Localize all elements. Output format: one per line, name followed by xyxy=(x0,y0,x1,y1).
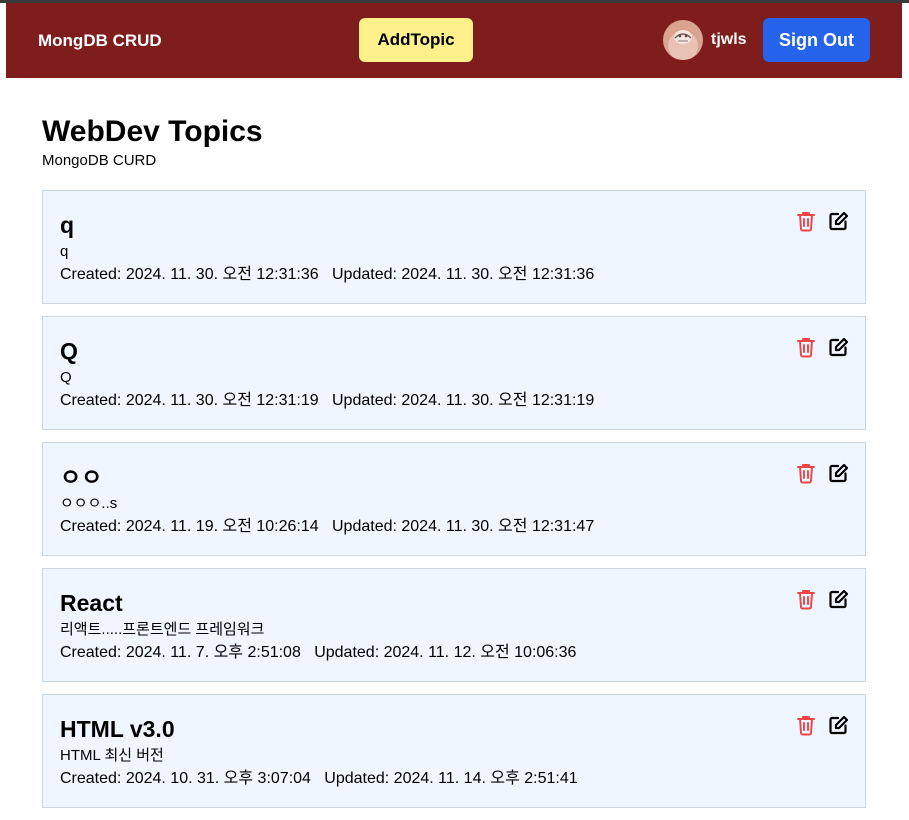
topic-card: ㅇㅇ ㅇㅇㅇ..s Created: 2024. 11. 19. 오전 10:2… xyxy=(42,442,866,556)
trash-icon xyxy=(797,590,815,610)
topic-title: q xyxy=(60,212,75,238)
topic-timestamps: Created: 2024. 11. 7. 오후 2:51:08 Updated… xyxy=(60,643,576,662)
edit-topic-button[interactable] xyxy=(826,713,850,737)
topic-updated: Updated: 2024. 11. 30. 오전 12:31:36 xyxy=(332,266,595,283)
delete-topic-button[interactable] xyxy=(794,587,818,611)
edit-icon xyxy=(828,211,848,230)
edit-topic-button[interactable] xyxy=(826,461,850,485)
avatar xyxy=(663,20,703,60)
edit-icon xyxy=(828,463,848,482)
topic-card: HTML v3.0 HTML 최신 버전 Created: 2024. 10. … xyxy=(42,694,866,808)
delete-topic-button[interactable] xyxy=(794,461,818,485)
trash-icon xyxy=(797,716,815,736)
topic-description: ㅇㅇㅇ..s xyxy=(60,495,118,512)
edit-topic-button[interactable] xyxy=(826,335,850,359)
trash-icon xyxy=(797,338,815,358)
edit-icon xyxy=(828,715,848,734)
topic-created: Created: 2024. 11. 7. 오후 2:51:08 xyxy=(60,644,301,661)
topic-created: Created: 2024. 10. 31. 오후 3:07:04 xyxy=(60,770,311,787)
navbar: MongDB CRUD AddTopic tjwls Sign Out xyxy=(6,3,902,78)
topic-created: Created: 2024. 11. 30. 오전 12:31:19 xyxy=(60,392,319,409)
topic-card: q q Created: 2024. 11. 30. 오전 12:31:36 U… xyxy=(42,190,866,304)
topic-list: q q Created: 2024. 11. 30. 오전 12:31:36 U… xyxy=(42,190,866,820)
topic-updated: Updated: 2024. 11. 12. 오전 10:06:36 xyxy=(314,644,577,661)
topic-title: React xyxy=(60,590,123,616)
edit-icon xyxy=(828,337,848,356)
topic-description: Q xyxy=(60,369,72,386)
username: tjwls xyxy=(711,31,747,48)
delete-topic-button[interactable] xyxy=(794,335,818,359)
trash-icon xyxy=(797,212,815,232)
topic-description: q xyxy=(60,243,69,260)
topic-title: Q xyxy=(60,338,78,364)
edit-icon xyxy=(828,589,848,608)
delete-topic-button[interactable] xyxy=(794,713,818,737)
topic-description: HTML 최신 버전 xyxy=(60,747,164,764)
topic-timestamps: Created: 2024. 11. 30. 오전 12:31:19 Updat… xyxy=(60,391,594,410)
topic-title: HTML v3.0 xyxy=(60,716,175,742)
sign-out-button[interactable]: Sign Out xyxy=(763,18,870,62)
topic-title: ㅇㅇ xyxy=(60,464,103,490)
topic-description: 리액트.....프론트엔드 프레임워크 xyxy=(60,621,265,638)
page-title: WebDev Topics xyxy=(42,115,263,148)
topic-timestamps: Created: 2024. 11. 19. 오전 10:26:14 Updat… xyxy=(60,517,594,536)
add-topic-button[interactable]: AddTopic xyxy=(359,18,473,62)
delete-topic-button[interactable] xyxy=(794,209,818,233)
brand-link[interactable]: MongDB CRUD xyxy=(38,31,162,51)
topic-card: Q Q Created: 2024. 11. 30. 오전 12:31:19 U… xyxy=(42,316,866,430)
topic-card: React 리액트.....프론트엔드 프레임워크 Created: 2024.… xyxy=(42,568,866,682)
topic-updated: Updated: 2024. 11. 30. 오전 12:31:19 xyxy=(332,392,595,409)
trash-icon xyxy=(797,464,815,484)
topic-created: Created: 2024. 11. 19. 오전 10:26:14 xyxy=(60,518,319,535)
topic-timestamps: Created: 2024. 11. 30. 오전 12:31:36 Updat… xyxy=(60,265,594,284)
topic-updated: Updated: 2024. 11. 14. 오후 2:51:41 xyxy=(324,770,578,787)
topic-timestamps: Created: 2024. 10. 31. 오후 3:07:04 Update… xyxy=(60,769,578,788)
topic-updated: Updated: 2024. 11. 30. 오전 12:31:47 xyxy=(332,518,595,535)
edit-topic-button[interactable] xyxy=(826,209,850,233)
topic-created: Created: 2024. 11. 30. 오전 12:31:36 xyxy=(60,266,319,283)
page-subtitle: MongoDB CURD xyxy=(42,152,157,169)
edit-topic-button[interactable] xyxy=(826,587,850,611)
